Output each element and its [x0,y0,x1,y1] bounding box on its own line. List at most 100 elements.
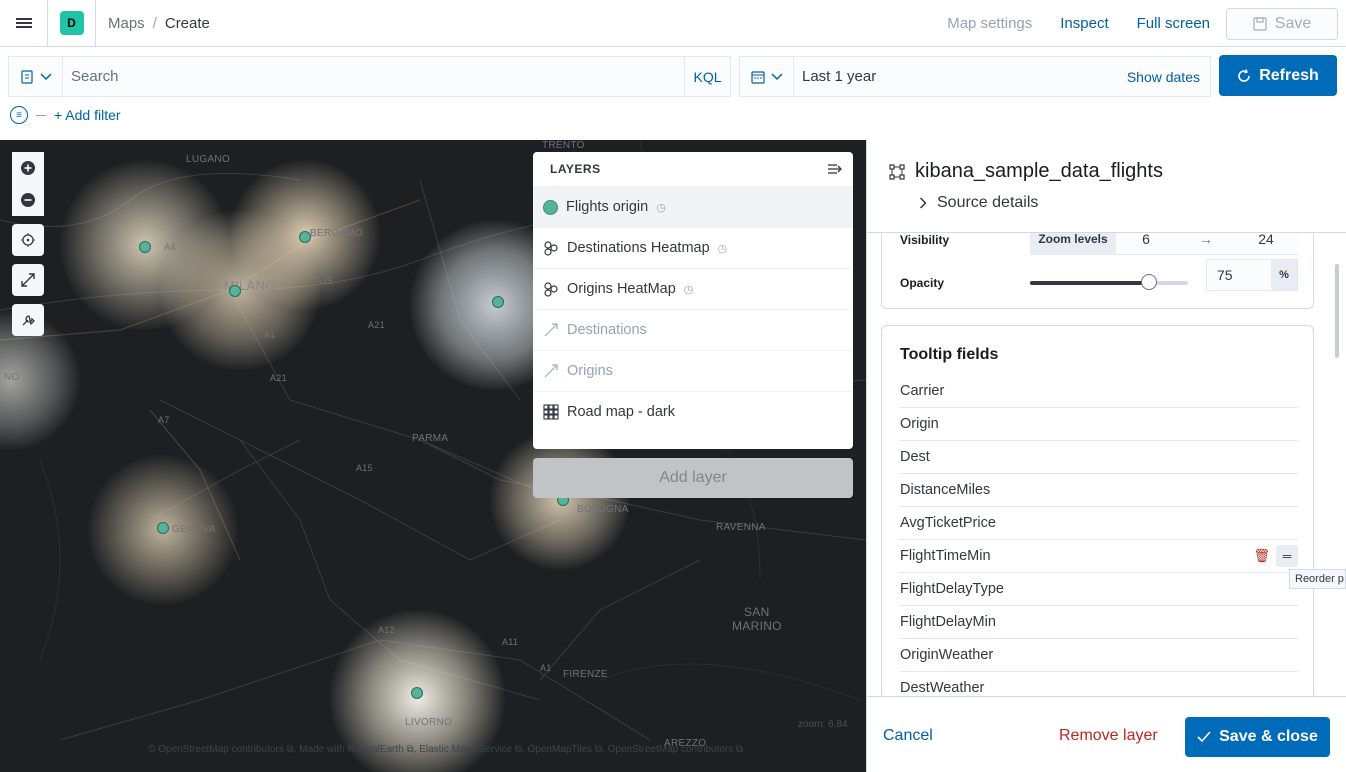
tooltip-field-row[interactable]: Carrier [900,375,1298,408]
show-dates-link[interactable]: Show dates [1127,69,1210,85]
map-settings-link[interactable]: Map settings [947,15,1032,32]
opacity-field: 75 % [1206,259,1298,291]
draw-tools-button[interactable] [12,304,44,336]
flight-origin-point[interactable] [157,522,169,534]
zoom-range-field: Zoom levels 6 → 24 [1030,233,1298,255]
road-label: A21 [368,320,385,330]
tooltip-field-row[interactable]: DestWeather [900,672,1298,696]
breadcrumb: Maps / Create [108,15,210,32]
flight-origin-point[interactable] [299,231,311,243]
add-filter-button[interactable]: + Add filter [54,107,121,123]
tooltip-field-name: AvgTicketPrice [900,515,996,531]
reset-view-button[interactable] [12,224,44,256]
date-picker: Last 1 year Show dates [739,56,1211,97]
tooltip-field-row[interactable]: Dest [900,441,1298,474]
map-label: GENOVA [172,524,216,535]
panel-footer: Cancel Remove layer Save & close [867,696,1346,772]
heatmap-icon [544,282,558,297]
map-label: BERGAMO [310,228,364,239]
tooltip-field-name: DestWeather [900,680,985,696]
panel-scrollbar[interactable] [1335,264,1339,358]
layer-settings-panel: kibana_sample_data_flights Source detail… [866,140,1346,772]
settings-scroll-area[interactable]: Visibility Zoom levels 6 → 24 Opacity 75… [881,233,1314,696]
trash-icon[interactable]: 🗑 [1253,548,1270,564]
zoom-min-input[interactable]: 6 [1116,233,1176,247]
tooltip-field-name: Carrier [900,383,945,399]
filter-menu-icon[interactable]: ≡ [10,106,28,124]
save-close-button[interactable]: Save & close [1185,717,1330,757]
layer-settings-card: Visibility Zoom levels 6 → 24 Opacity 75… [881,233,1314,309]
check-icon [1197,731,1211,743]
inspect-link[interactable]: Inspect [1060,15,1108,32]
tooltip-field-list: Carrier Origin Dest DistanceMiles AvgTicketP… [900,375,1298,696]
add-layer-button[interactable]: Add layer [533,458,853,498]
layer-row[interactable]: Origins [533,350,853,391]
space-selector[interactable]: D [48,0,96,47]
layer-row[interactable]: Destinations [533,309,853,350]
breadcrumb-maps[interactable]: Maps [108,15,145,32]
tooltip-field-row[interactable]: DistanceMiles [900,474,1298,507]
flight-origin-point[interactable] [139,241,151,253]
top-actions: Map settings Inspect Full screen Save [947,0,1338,47]
layer-row[interactable]: Road map - dark [533,391,853,432]
tooltip-field-row[interactable]: Origin [900,408,1298,441]
source-details-toggle[interactable]: Source details [919,194,1038,212]
saved-query-icon [20,69,33,84]
breadcrumb-create: Create [164,14,210,32]
flight-origin-point[interactable] [492,296,504,308]
map-label: MARINO [732,619,782,633]
save-label: Save [1274,14,1312,32]
expand-icon [21,273,35,287]
road-label: A15 [356,463,373,473]
clock-icon: ◷ [717,242,728,255]
opacity-slider-thumb[interactable] [1141,274,1157,290]
opacity-input[interactable]: 75 [1207,267,1271,283]
map-label: TRENTO [542,140,585,151]
time-range-value[interactable]: Last 1 year [794,68,1127,85]
hamburger-icon [15,16,32,30]
map-controls [12,152,44,336]
save-button[interactable]: Save [1226,7,1338,40]
menu-button[interactable] [0,0,48,47]
tooltip-field-name: FlightTimeMin [900,548,991,564]
flight-origin-point[interactable] [411,687,423,699]
tooltip-field-row[interactable]: AvgTicketPrice [900,507,1298,540]
breadcrumb-separator: / [152,14,157,32]
layer-name: Flights origin [566,199,649,215]
drag-handle-icon[interactable]: ═ [1276,545,1298,567]
tooltip-field-name: DistanceMiles [900,482,991,498]
zoom-max-input[interactable]: 24 [1236,233,1296,247]
collapse-panel-icon[interactable] [827,163,843,175]
full-screen-link[interactable]: Full screen [1137,15,1210,32]
layer-row[interactable]: Flights origin ◷ [533,186,853,227]
map-label: RAVENNA [716,522,766,533]
road-label: A7 [158,415,170,425]
layer-row[interactable]: Origins HeatMap ◷ [533,268,853,309]
map-attribution[interactable]: © OpenStreetMap contributors ⧉, Made wit… [148,744,743,755]
zoom-out-button[interactable] [12,184,44,216]
search-input[interactable]: Search [63,68,684,85]
clock-icon: ◷ [683,283,694,296]
opacity-slider[interactable] [1030,274,1188,290]
tooltip-field-row[interactable]: FlightDelayMin [900,606,1298,639]
zoom-controls [12,152,44,216]
cancel-button[interactable]: Cancel [883,727,933,745]
saved-query-button[interactable] [9,57,63,96]
quick-select-button[interactable] [740,57,794,96]
remove-layer-button[interactable]: Remove layer [1059,727,1158,745]
source-details-label: Source details [937,194,1039,211]
fit-to-data-button[interactable] [12,264,44,296]
map-label: SAN [744,605,770,619]
query-language-button[interactable]: KQL [684,57,730,96]
tooltip-field-row[interactable]: FlightDelayType [900,573,1298,606]
filter-row: ≡ + Add filter [10,106,121,124]
refresh-button[interactable]: Refresh [1219,55,1337,96]
flight-origin-point[interactable] [229,285,241,297]
tooltip-field-row[interactable]: OriginWeather [900,639,1298,672]
wrench-icon [22,315,35,326]
layer-row[interactable]: Destinations Heatmap ◷ [533,227,853,268]
map-label: BOLOGNA [577,504,629,515]
tooltip-field-row[interactable]: FlightTimeMin 🗑 ═ [900,540,1298,573]
road-label: A4 [164,242,176,252]
zoom-in-button[interactable] [12,152,44,184]
